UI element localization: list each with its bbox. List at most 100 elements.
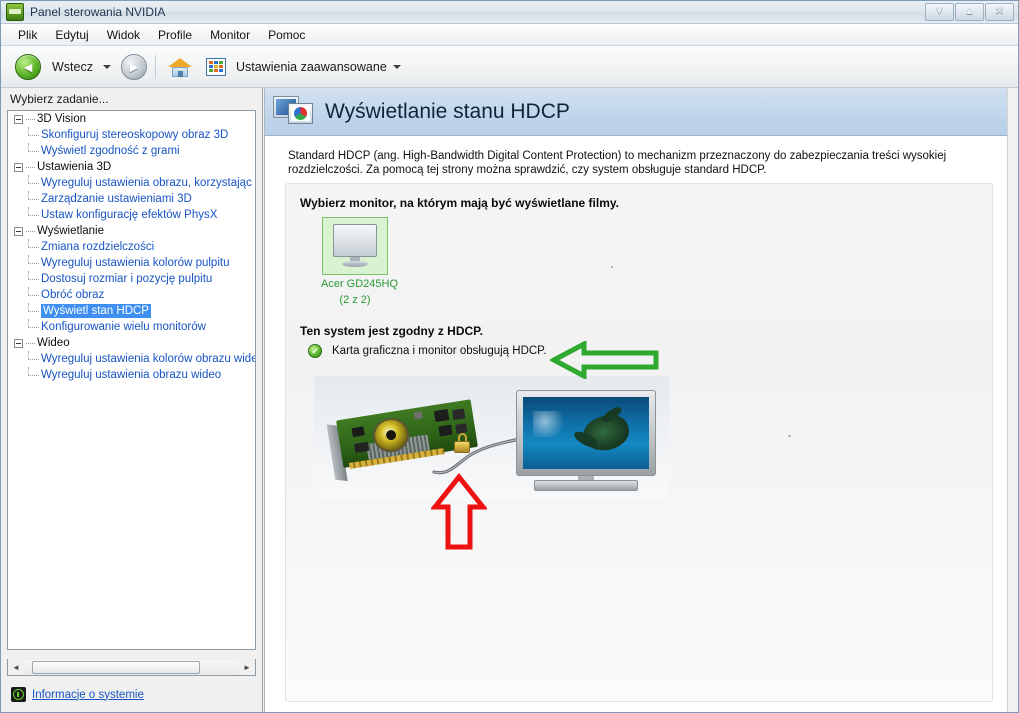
- tree-group-3d-vision: 3D Vision Skonfiguruj stereoskopowy obra…: [8, 111, 255, 159]
- scrollbar-track[interactable]: [24, 659, 239, 675]
- monitor-section-heading: Wybierz monitor, na którym mają być wyśw…: [300, 196, 619, 210]
- caption-buttons: ▼ ▲ ✕: [925, 3, 1014, 21]
- sidebar-item-skonfiguruj-stereo-3d[interactable]: Skonfiguruj stereoskopowy obraz 3D: [8, 127, 255, 143]
- sidebar-item-kolory-pulpitu[interactable]: Wyreguluj ustawienia kolorów pulpitu: [8, 255, 255, 271]
- menu-profile[interactable]: Profile: [149, 26, 201, 44]
- sidebar-item-rozmiar-pozycja-pulpitu[interactable]: Dostosuj rozmiar i pozycję pulpitu: [8, 271, 255, 287]
- sidebar-horizontal-scrollbar[interactable]: ◄ ►: [7, 659, 256, 676]
- collapse-icon[interactable]: [14, 226, 23, 236]
- tree-group-wyswietlanie: Wyświetlanie Zmiana rozdzielczości Wyreg…: [8, 223, 255, 335]
- tree-connector: [28, 271, 41, 287]
- content-vertical-scrollbar[interactable]: [1007, 88, 1018, 712]
- sidebar-item-kolory-obrazu-wideo[interactable]: Wyreguluj ustawienia kolorów obrazu wide…: [8, 351, 255, 367]
- sidebar-item-label: Wyreguluj ustawienia obrazu, korzystając…: [41, 177, 255, 189]
- tree-connector: [28, 127, 41, 143]
- back-button[interactable]: ◄: [15, 53, 41, 80]
- tree-connector: [28, 319, 41, 335]
- forward-arrow-icon: ►: [127, 58, 141, 75]
- tv-screen: [523, 397, 649, 469]
- tree-connector: [28, 303, 41, 319]
- monitor-icon: [331, 224, 379, 268]
- menu-monitor[interactable]: Monitor: [201, 26, 259, 44]
- sidebar-item-wiele-monitorow[interactable]: Konfigurowanie wielu monitorów: [8, 319, 255, 335]
- color-wheel-icon: [294, 106, 307, 120]
- menu-widok[interactable]: Widok: [98, 26, 149, 44]
- monitor-selection-item[interactable]: Acer GD245HQ (2 z 2): [321, 217, 398, 307]
- window-titlebar: Panel sterowania NVIDIA ▼ ▲ ✕: [1, 1, 1018, 24]
- grid-view-icon[interactable]: [205, 57, 226, 76]
- tree-root-ustawienia-3d[interactable]: Ustawienia 3D: [8, 159, 255, 175]
- forward-button[interactable]: ►: [120, 53, 147, 80]
- sidebar-item-label: Konfigurowanie wielu monitorów: [41, 321, 206, 333]
- image-speck: [788, 435, 790, 437]
- sidebar-item-label: Obróć obraz: [41, 289, 105, 301]
- scroll-right-icon[interactable]: ►: [239, 660, 255, 675]
- minimize-icon: ▼: [934, 6, 945, 17]
- monitor-thumbnail[interactable]: [322, 217, 388, 275]
- tree-connector: [28, 191, 41, 207]
- hdcp-status-row: ✓ Karta graficzna i monitor obsługują HD…: [308, 344, 547, 358]
- sidebar: Wybierz zadanie... 3D Vision Skonfiguruj…: [1, 88, 263, 712]
- sidebar-item-zarzadzanie-ustawieniami-3d[interactable]: Zarządzanie ustawieniami 3D: [8, 191, 255, 207]
- maximize-button[interactable]: ▲: [955, 3, 984, 21]
- sidebar-item-label: Dostosuj rozmiar i pozycję pulpitu: [41, 273, 213, 285]
- sidebar-item-wyswietl-stan-hdcp[interactable]: Wyświetl stan HDCP: [8, 303, 255, 319]
- advanced-settings-chevron-down-icon[interactable]: [392, 64, 401, 69]
- tv-illustration: [516, 390, 656, 494]
- menu-plik[interactable]: Plik: [9, 26, 46, 44]
- home-icon[interactable]: [167, 56, 192, 78]
- sidebar-item-label: Wyreguluj ustawienia kolorów pulpitu: [41, 257, 230, 269]
- sidebar-item-label: Wyświetl zgodność z grami: [41, 145, 180, 157]
- hdcp-illustration: [314, 376, 669, 501]
- sidebar-item-wyreguluj-ustawienia-obrazu[interactable]: Wyreguluj ustawienia obrazu, korzystając…: [8, 175, 255, 191]
- collapse-icon[interactable]: [14, 114, 23, 124]
- tree-connector: [26, 230, 35, 232]
- sidebar-item-zmiana-rozdzielczosci[interactable]: Zmiana rozdzielczości: [8, 239, 255, 255]
- sidebar-item-label: Wyreguluj ustawienia kolorów obrazu wide…: [41, 353, 255, 365]
- tv-frame: [516, 390, 656, 476]
- back-label[interactable]: Wstecz: [52, 60, 93, 74]
- nvidia-control-panel-window: Panel sterowania NVIDIA ▼ ▲ ✕ Plik Edytu…: [0, 0, 1019, 713]
- collapse-icon[interactable]: [14, 162, 23, 172]
- menubar: Plik Edytuj Widok Profile Monitor Pomoc: [1, 24, 1018, 46]
- sidebar-item-label: Ustaw konfigurację efektów PhysX: [41, 209, 218, 221]
- hdcp-section-heading: Ten system jest zgodny z HDCP.: [300, 324, 483, 338]
- task-tree[interactable]: 3D Vision Skonfiguruj stereoskopowy obra…: [7, 110, 256, 650]
- tree-root-label: Wideo: [37, 337, 70, 349]
- tree-root-wyswietlanie[interactable]: Wyświetlanie: [8, 223, 255, 239]
- maximize-icon: ▲: [964, 6, 975, 17]
- sidebar-heading: Wybierz zadanie...: [10, 92, 109, 106]
- scrollbar-thumb[interactable]: [32, 660, 200, 674]
- system-information-link-row[interactable]: Informacje o systemie: [11, 687, 144, 702]
- scroll-left-icon[interactable]: ◄: [8, 660, 24, 675]
- tree-group-ustawienia-3d: Ustawienia 3D Wyreguluj ustawienia obraz…: [8, 159, 255, 223]
- minimize-button[interactable]: ▼: [925, 3, 954, 21]
- back-history-chevron-down-icon[interactable]: [102, 64, 111, 69]
- tree-connector: [28, 207, 41, 223]
- page-title: Wyświetlanie stanu HDCP: [325, 99, 570, 123]
- tree-root-3d-vision[interactable]: 3D Vision: [8, 111, 255, 127]
- collapse-icon[interactable]: [14, 338, 23, 348]
- tree-connector: [26, 118, 35, 120]
- window-title: Panel sterowania NVIDIA: [30, 5, 166, 19]
- sidebar-item-zgodnosc-z-grami[interactable]: Wyświetl zgodność z grami: [8, 143, 255, 159]
- sidebar-item-ustawienia-obrazu-wideo[interactable]: Wyreguluj ustawienia obrazu wideo: [8, 367, 255, 383]
- tree-connector: [28, 255, 41, 271]
- tree-connector: [26, 342, 35, 344]
- tree-root-wideo[interactable]: Wideo: [8, 335, 255, 351]
- tree-connector: [28, 287, 41, 303]
- close-button[interactable]: ✕: [985, 3, 1014, 21]
- sidebar-item-obroc-obraz[interactable]: Obróć obraz: [8, 287, 255, 303]
- system-information-link[interactable]: Informacje o systemie: [32, 689, 144, 701]
- info-icon: [11, 687, 26, 702]
- hdcp-display-icon: [273, 94, 315, 130]
- menu-pomoc[interactable]: Pomoc: [259, 26, 314, 44]
- sidebar-item-physx[interactable]: Ustaw konfigurację efektów PhysX: [8, 207, 255, 223]
- content-inner: Wyświetlanie stanu HDCP Standard HDCP (a…: [265, 88, 1007, 712]
- advanced-settings-label[interactable]: Ustawienia zaawansowane: [236, 60, 387, 74]
- tree-connector: [28, 239, 41, 255]
- menu-edytuj[interactable]: Edytuj: [46, 26, 97, 44]
- hdcp-cable: [432, 436, 528, 475]
- page-description: Standard HDCP (ang. High-Bandwidth Digit…: [288, 150, 947, 176]
- sidebar-item-label: Zmiana rozdzielczości: [41, 241, 155, 253]
